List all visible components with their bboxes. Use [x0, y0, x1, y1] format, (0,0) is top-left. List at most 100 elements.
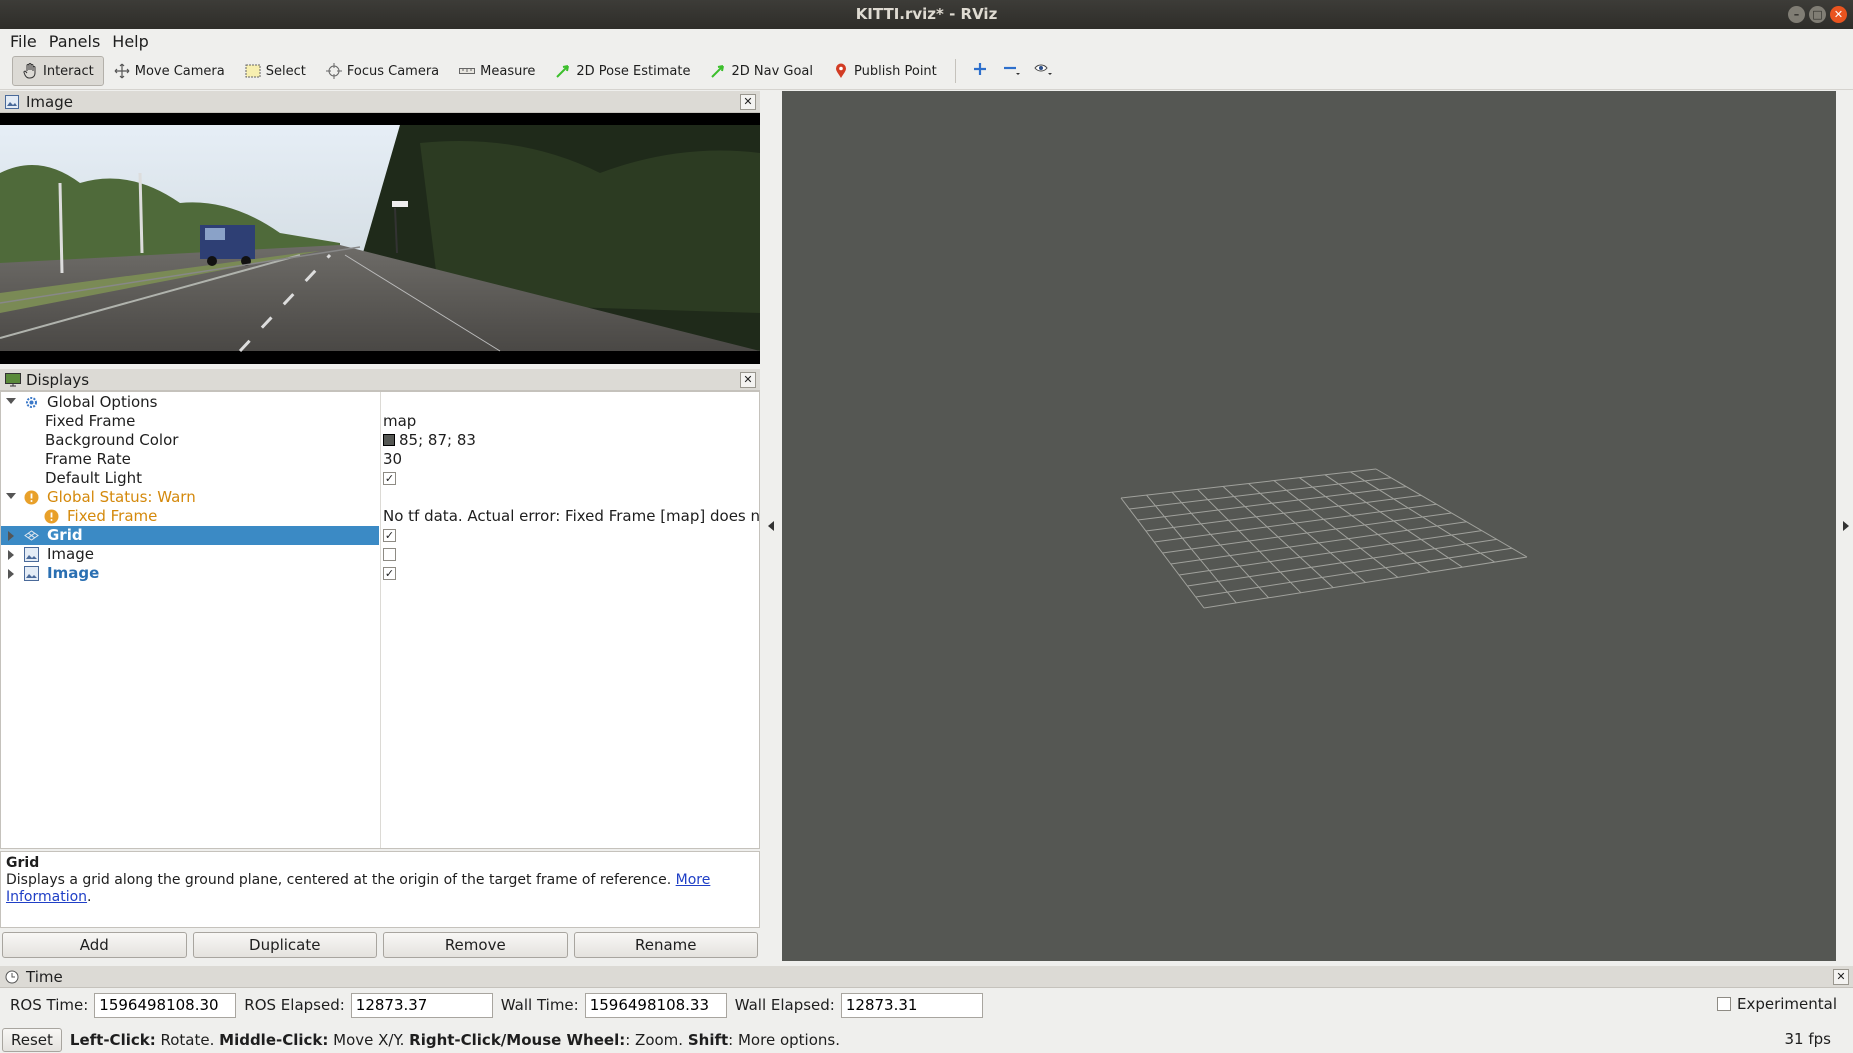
tree-row-grid[interactable]: Grid ✓ — [1, 526, 759, 545]
default-light-checkbox[interactable]: ✓ — [383, 472, 396, 485]
remove-button[interactable]: Remove — [383, 932, 568, 958]
render-3d-view[interactable] — [782, 91, 1836, 961]
fps-counter: 31 fps — [1784, 1030, 1831, 1048]
duplicate-button[interactable]: Duplicate — [192, 932, 377, 958]
grid-line — [1350, 471, 1495, 563]
global-options-label: Global Options — [47, 393, 158, 411]
remove-tool-button[interactable] — [999, 58, 1025, 84]
ros-elapsed-field[interactable] — [350, 992, 493, 1018]
ros-elapsed-label: ROS Elapsed: — [244, 996, 345, 1014]
grid-checkbox[interactable]: ✓ — [383, 529, 396, 542]
rename-button[interactable]: Rename — [573, 932, 758, 958]
select-button[interactable]: Select — [235, 56, 316, 86]
move-camera-button[interactable]: Move Camera — [104, 56, 235, 86]
maximize-icon[interactable]: □ — [1809, 6, 1826, 23]
image2-checkbox[interactable]: ✓ — [383, 567, 396, 580]
tree-row-status-fixed-frame[interactable]: Fixed Frame No tf data. Actual error: Fi… — [1, 507, 790, 526]
camera-image — [0, 113, 760, 364]
focus-camera-label: Focus Camera — [346, 63, 440, 79]
tree-row-default-light[interactable]: Default Light ✓ — [1, 469, 759, 488]
toolbar: Interact Move Camera Select Focus Camera… — [0, 53, 1853, 90]
tree-row-image-2[interactable]: Image ✓ — [1, 564, 759, 583]
expand-arrow-icon[interactable] — [8, 531, 14, 541]
tree-row-global-options[interactable]: Global Options — [1, 393, 759, 412]
grid-line — [1179, 530, 1482, 576]
wall-elapsed-field[interactable] — [840, 992, 983, 1018]
frame-rate-label: Frame Rate — [45, 450, 131, 468]
view-options-button[interactable] — [1031, 58, 1057, 84]
toolbar-separator — [954, 59, 956, 83]
expand-right-icon[interactable] — [1843, 521, 1849, 531]
tree-row-image-1[interactable]: Image — [1, 545, 759, 564]
displays-panel-title: Displays — [26, 370, 90, 389]
interact-button[interactable]: Interact — [12, 56, 104, 86]
close-panel-icon[interactable]: ✕ — [740, 94, 756, 110]
hint-middle-click-desc: Move X/Y. — [328, 1030, 410, 1049]
fixed-frame-value[interactable]: map — [383, 412, 416, 431]
collapse-arrow-icon[interactable] — [6, 398, 16, 404]
menu-bar: File Panels Help — [0, 29, 1853, 53]
close-icon[interactable]: ✕ — [1830, 6, 1847, 23]
background-color-text: 85; 87; 83 — [399, 431, 476, 449]
image1-label: Image — [47, 545, 94, 563]
close-panel-icon[interactable]: ✕ — [1833, 969, 1849, 985]
description-title: Grid — [6, 855, 40, 871]
add-tool-button[interactable] — [967, 58, 993, 84]
focus-camera-icon — [325, 63, 342, 79]
frame-rate-value[interactable]: 30 — [383, 450, 402, 469]
grid-line — [1375, 468, 1528, 558]
image-icon — [24, 566, 39, 581]
wall-time-field[interactable] — [584, 992, 727, 1018]
menu-panels[interactable]: Panels — [43, 32, 107, 51]
background-color-label: Background Color — [45, 431, 179, 449]
displays-panel: Displays ✕ Global Options Fixed Frame ma… — [0, 369, 790, 849]
collapse-arrow-icon[interactable] — [6, 493, 16, 499]
measure-label: Measure — [480, 63, 536, 79]
monitor-icon — [5, 372, 21, 387]
ros-time-field[interactable] — [94, 992, 237, 1018]
tree-row-global-status[interactable]: Global Status: Warn — [1, 488, 759, 507]
hint-left-click-desc: Rotate. — [155, 1030, 220, 1049]
reset-button[interactable]: Reset — [2, 1027, 62, 1052]
eye-icon — [1034, 61, 1054, 81]
default-light-label: Default Light — [45, 469, 143, 487]
displays-tree: Global Options Fixed Frame map Backgroun… — [0, 391, 790, 849]
select-icon — [245, 63, 261, 79]
menu-file[interactable]: File — [4, 32, 43, 51]
background-color-value[interactable]: 85; 87; 83 — [383, 431, 476, 450]
tree-row-frame-rate[interactable]: Frame Rate 30 — [1, 450, 759, 469]
time-panel: Time ✕ ROS Time: ROS Elapsed: Wall Time:… — [0, 966, 1853, 1024]
wall-time-label: Wall Time: — [500, 996, 579, 1014]
window-titlebar: KITTI.rviz* - RViz – □ ✕ — [0, 0, 1853, 29]
description-tail: . — [87, 889, 92, 905]
measure-button[interactable]: Measure — [449, 56, 545, 86]
description-box: Grid Displays a grid along the ground pl… — [0, 851, 760, 928]
collapse-left-icon[interactable] — [768, 521, 774, 531]
add-button[interactable]: Add — [2, 932, 187, 958]
grid-line — [1324, 474, 1463, 568]
expand-arrow-icon[interactable] — [8, 550, 14, 560]
warning-icon — [24, 490, 39, 505]
pose-estimate-button[interactable]: 2D Pose Estimate — [545, 56, 700, 86]
plus-icon — [973, 62, 987, 80]
right-dock-splitter[interactable] — [1836, 91, 1853, 961]
color-swatch — [383, 434, 395, 446]
image1-checkbox[interactable] — [383, 548, 396, 561]
publish-point-button[interactable]: Publish Point — [823, 56, 947, 86]
expand-arrow-icon[interactable] — [8, 569, 14, 579]
left-dock-splitter[interactable] — [760, 91, 782, 961]
pose-estimate-label: 2D Pose Estimate — [576, 63, 691, 79]
minimize-icon[interactable]: – — [1788, 6, 1805, 23]
experimental-checkbox[interactable] — [1716, 997, 1731, 1011]
focus-camera-button[interactable]: Focus Camera — [316, 56, 449, 86]
image-icon — [5, 94, 19, 109]
menu-help[interactable]: Help — [106, 32, 154, 51]
status-fixed-frame-label: Fixed Frame — [67, 507, 158, 525]
tree-row-fixed-frame[interactable]: Fixed Frame map — [1, 412, 759, 431]
time-fields: ROS Time: ROS Elapsed: Wall Time: Wall E… — [0, 990, 1853, 1020]
experimental-toggle[interactable]: Experimental — [1716, 995, 1837, 1013]
tree-row-background-color[interactable]: Background Color 85; 87; 83 — [1, 431, 759, 450]
green-arrow-icon — [710, 63, 726, 79]
nav-goal-button[interactable]: 2D Nav Goal — [700, 56, 823, 86]
close-panel-icon[interactable]: ✕ — [740, 372, 756, 388]
